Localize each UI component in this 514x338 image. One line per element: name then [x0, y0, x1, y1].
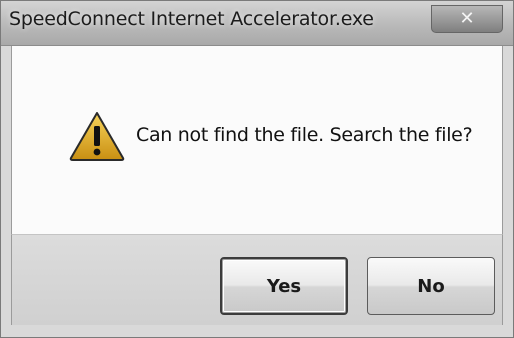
no-button[interactable]: No — [367, 257, 495, 315]
button-bar: Yes No — [11, 234, 503, 325]
close-icon: ✕ — [459, 8, 475, 29]
dialog-content: Can not find the file. Search the file? — [11, 46, 503, 234]
window-title: SpeedConnect Internet Accelerator.exe — [9, 8, 374, 30]
dialog-message: Can not find the file. Search the file? — [136, 124, 473, 146]
warning-icon — [69, 112, 125, 161]
title-bar[interactable]: SpeedConnect Internet Accelerator.exe ✕ — [1, 1, 513, 46]
dialog-window: SpeedConnect Internet Accelerator.exe ✕ … — [0, 0, 514, 338]
yes-button[interactable]: Yes — [220, 257, 348, 315]
close-button[interactable]: ✕ — [431, 5, 503, 33]
